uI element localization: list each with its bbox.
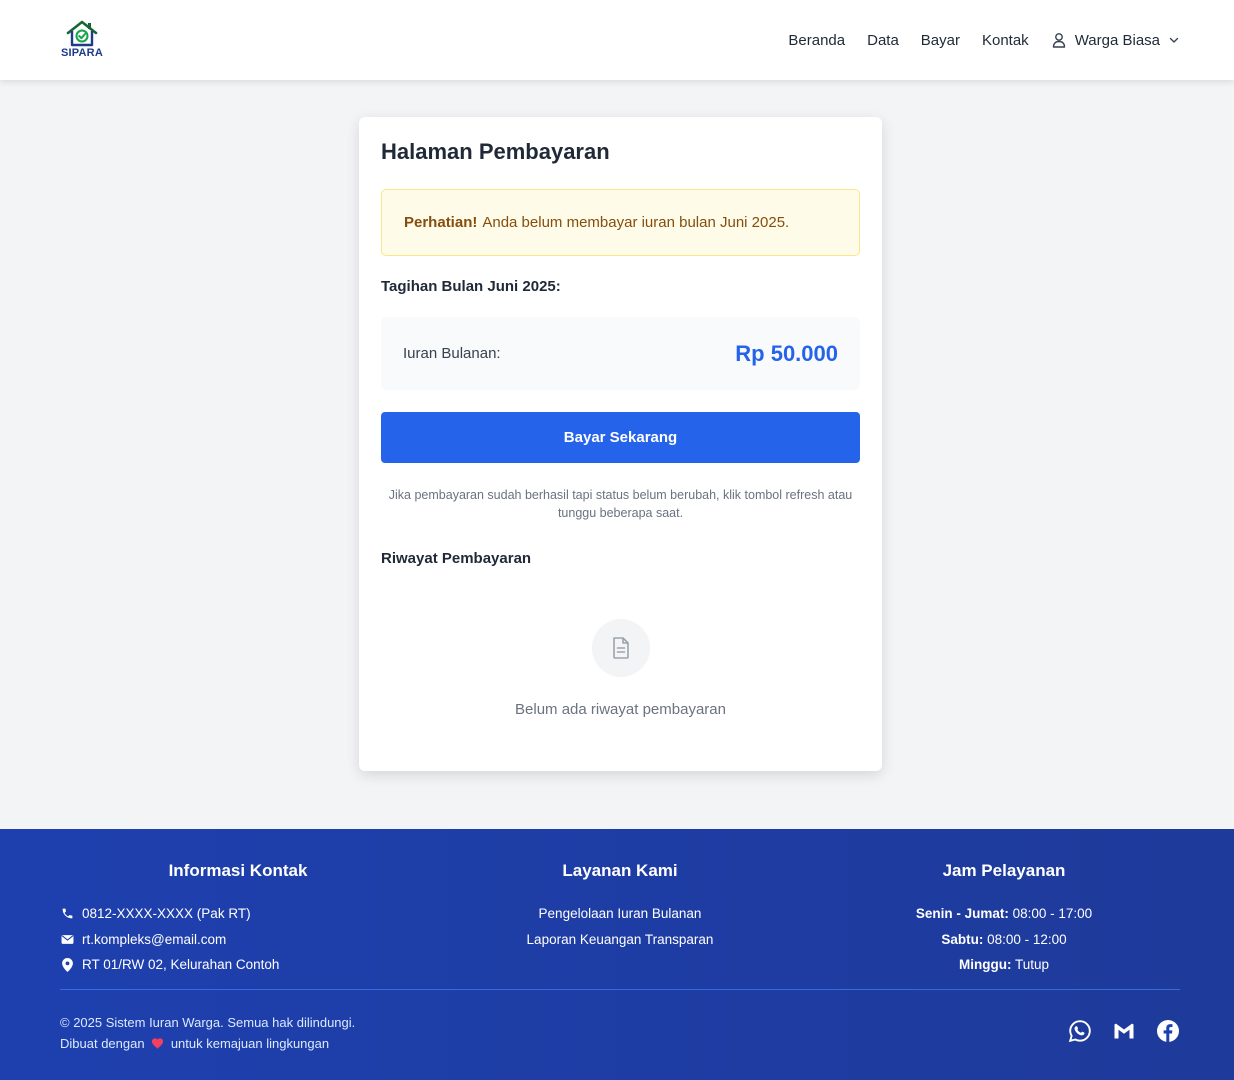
user-menu[interactable]: Warga Biasa — [1051, 32, 1180, 49]
contact-phone: 0812-XXXX-XXXX (Pak RT) — [60, 901, 416, 927]
hours-list: Senin - Jumat: 08:00 - 17:00 Sabtu: 08:0… — [824, 901, 1184, 978]
hours-time: Tutup — [1014, 957, 1050, 972]
document-icon — [613, 637, 629, 659]
house-logo-icon — [66, 20, 98, 47]
nav-data[interactable]: Data — [867, 32, 899, 49]
nav-beranda[interactable]: Beranda — [788, 32, 845, 49]
service-item: Pengelolaan Iuran Bulanan — [538, 906, 702, 921]
hours-row: Senin - Jumat: 08:00 - 17:00 — [824, 901, 1184, 927]
fee-amount: Rp 50.000 — [735, 340, 838, 366]
fee-box: Iuran Bulanan: Rp 50.000 — [381, 317, 860, 390]
service-item: Laporan Keuangan Transparan — [526, 931, 714, 947]
hours-time: 08:00 - 17:00 — [1012, 906, 1093, 921]
footer: Informasi Kontak 0812-XXXX-XXXX (Pak RT)… — [0, 829, 1234, 1080]
made-with-suffix: untuk kemajuan lingkungan — [170, 1036, 330, 1051]
hours-row: Minggu: Tutup — [824, 952, 1184, 978]
nav-kontak[interactable]: Kontak — [982, 32, 1029, 49]
sipara-logo[interactable]: SIPARA — [60, 20, 104, 60]
bill-heading: Tagihan Bulan Juni 2025: — [381, 278, 561, 295]
hours-row: Sabtu: 08:00 - 12:00 — [824, 927, 1184, 953]
user-icon — [1052, 33, 1065, 48]
history-heading: Riwayat Pembayaran — [381, 550, 532, 567]
pay-now-button[interactable]: Bayar Sekarang — [381, 412, 860, 463]
made-with-line: Dibuat dengan untuk kemajuan lingkungan — [60, 1033, 355, 1055]
hours-day: Senin - Jumat: — [915, 906, 1009, 921]
footer-divider — [60, 989, 1180, 990]
contact-email: rt.kompleks@email.com — [60, 927, 416, 953]
email-text[interactable]: rt.kompleks@email.com — [82, 932, 226, 947]
empty-history-text: Belum ada riwayat pembayaran — [515, 701, 726, 718]
services-title: Layanan Kami — [562, 861, 678, 880]
facebook-icon[interactable] — [1156, 1019, 1180, 1043]
phone-text: 0812-XXXX-XXXX (Pak RT) — [82, 906, 251, 922]
address-text: RT 01/RW 02, Kelurahan Contoh — [82, 957, 280, 973]
contact-title: Informasi Kontak — [168, 861, 308, 880]
location-pin-icon — [60, 957, 74, 972]
logo-text: SIPARA — [61, 47, 103, 59]
copyright-block: © 2025 Sistem Iuran Warga. Semua hak dil… — [60, 1012, 355, 1055]
footer-hours: Jam Pelayanan Senin - Jumat: 08:00 - 17:… — [824, 861, 1184, 978]
whatsapp-icon[interactable] — [1068, 1019, 1092, 1043]
payment-card: Halaman Pembayaran Perhatian! Anda belum… — [359, 117, 882, 771]
chevron-down-icon — [1169, 37, 1179, 43]
gmail-icon[interactable] — [1112, 1019, 1136, 1043]
alert-strong: Perhatian! — [404, 214, 478, 231]
page-title: Halaman Pembayaran — [381, 139, 610, 164]
hours-day: Sabtu: — [941, 931, 984, 947]
phone-icon — [60, 907, 74, 921]
heart-icon — [151, 1034, 164, 1055]
refresh-note: Jika pembayaran sudah berhasil tapi stat… — [388, 488, 853, 520]
social-links — [1068, 1019, 1180, 1043]
footer-services: Layanan Kami Pengelolaan Iuran Bulanan L… — [440, 861, 800, 952]
top-navbar: SIPARA Beranda Data Bayar Kontak Warga B… — [0, 0, 1234, 80]
payment-alert: Perhatian! Anda belum membayar iuran bul… — [381, 189, 860, 256]
alert-text: Anda belum membayar iuran bulan Juni 202… — [482, 214, 790, 231]
hours-title: Jam Pelayanan — [942, 861, 1066, 880]
user-name: Warga Biasa — [1074, 31, 1160, 49]
services-list: Pengelolaan Iuran Bulanan Laporan Keuang… — [440, 901, 800, 952]
made-with-prefix: Dibuat dengan — [60, 1036, 145, 1051]
main-nav: Beranda Data Bayar Kontak Warga Biasa — [788, 0, 1180, 80]
fee-label: Iuran Bulanan: — [403, 345, 501, 362]
footer-contact: Informasi Kontak 0812-XXXX-XXXX (Pak RT)… — [60, 861, 416, 978]
nav-bayar[interactable]: Bayar — [921, 32, 960, 49]
hours-time: 08:00 - 12:00 — [987, 931, 1067, 947]
contact-list: 0812-XXXX-XXXX (Pak RT) rt.kompleks@emai… — [60, 901, 416, 978]
empty-state-icon-wrapper — [592, 619, 650, 677]
contact-address: RT 01/RW 02, Kelurahan Contoh — [60, 952, 416, 978]
hours-day: Minggu: — [958, 957, 1012, 972]
envelope-icon — [60, 932, 74, 946]
copyright-text: © 2025 Sistem Iuran Warga. Semua hak dil… — [60, 1015, 356, 1030]
